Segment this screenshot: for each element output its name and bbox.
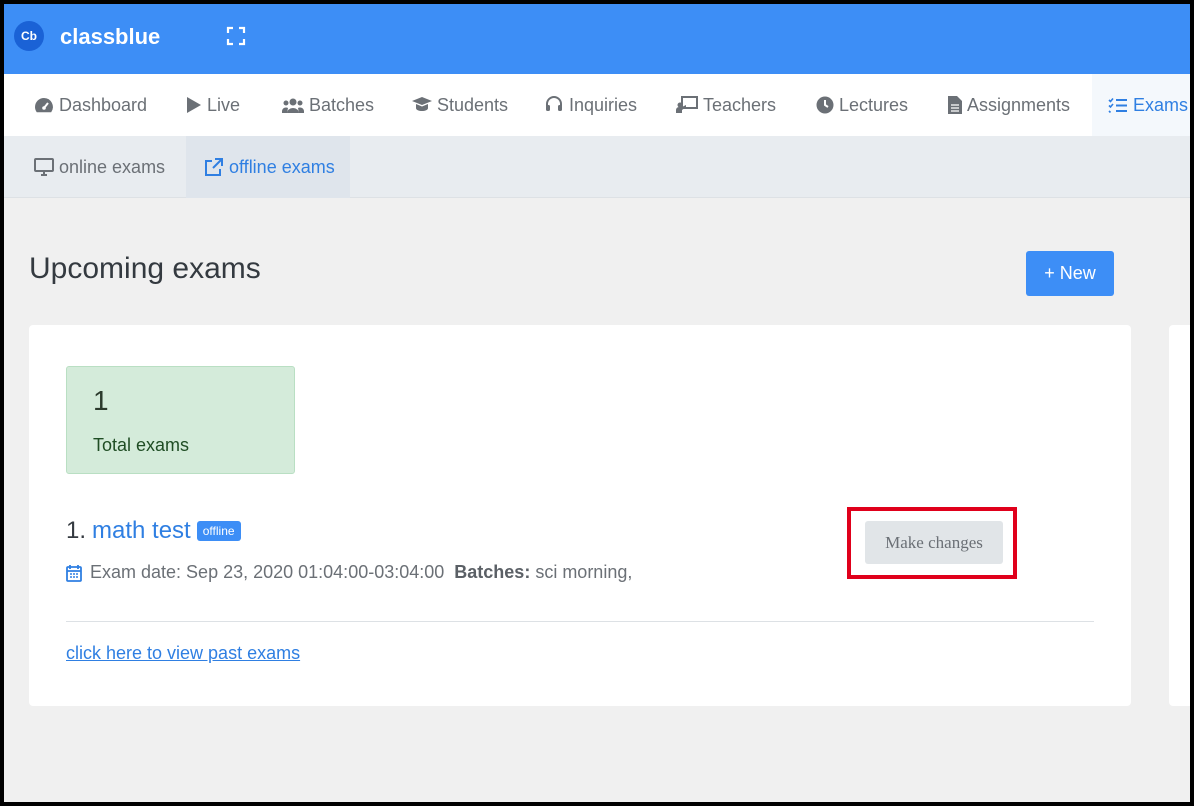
brand-name: classblue (60, 24, 161, 49)
sub-nav: online exams offline exams (4, 136, 1190, 198)
nav-item-live[interactable]: Live (186, 74, 240, 136)
exam-title-row: 1. math test offline (66, 517, 241, 545)
nav-item-lectures[interactable]: Lectures (816, 74, 908, 136)
nav-label: Students (437, 94, 509, 115)
graduation-cap-icon (412, 97, 432, 111)
nav-label: Inquiries (569, 94, 638, 115)
exam-meta-row: Exam date: Sep 23, 2020 01:04:00-03:04:0… (66, 562, 632, 583)
batches-label: Batches: (454, 562, 531, 582)
page-title: Upcoming exams (29, 252, 261, 285)
tab-offline-exams[interactable]: offline exams (186, 136, 350, 198)
stat-label: Total exams (93, 435, 190, 455)
tab-label: online exams (59, 156, 166, 177)
nav-label: Dashboard (59, 94, 148, 115)
gauge-icon (35, 98, 53, 113)
logo-badge: Cb (14, 21, 44, 51)
clock-icon (816, 96, 834, 114)
stat-count: 1 (93, 385, 109, 416)
tab-online-exams[interactable]: online exams (34, 136, 165, 198)
nav-label: Exams (1133, 94, 1189, 115)
top-bar: Cb classblue (4, 4, 1190, 74)
make-changes-button[interactable]: Make changes (865, 521, 1003, 564)
nav-label: Assignments (967, 94, 1071, 115)
main-nav: Dashboard Live Batches Students Inquirie… (4, 74, 1190, 136)
file-icon (948, 96, 962, 114)
fullscreen-icon[interactable] (226, 26, 246, 46)
app-window: Cb classblue Dashboard Live Batches Stud… (4, 4, 1190, 802)
nav-label: Lectures (839, 94, 909, 115)
exam-type-badge: offline (196, 521, 241, 541)
tasks-icon (1108, 97, 1127, 113)
side-card (1169, 325, 1190, 706)
nav-item-students[interactable]: Students (412, 74, 508, 136)
nav-item-batches[interactable]: Batches (282, 74, 374, 136)
exam-name-link[interactable]: math test (92, 517, 191, 545)
desktop-icon (34, 158, 54, 176)
nav-item-dashboard[interactable]: Dashboard (34, 74, 147, 136)
play-icon (187, 97, 201, 113)
new-exam-button[interactable]: + New (1026, 251, 1114, 296)
external-link-icon (205, 158, 223, 176)
nav-item-inquiries[interactable]: Inquiries (544, 74, 637, 136)
exam-date: Exam date: Sep 23, 2020 01:04:00-03:04:0… (90, 562, 445, 582)
tab-label: offline exams (229, 156, 335, 177)
nav-label: Live (207, 94, 241, 115)
highlight-box: Make changes (847, 507, 1017, 579)
divider (66, 621, 1094, 622)
nav-item-assignments[interactable]: Assignments (948, 74, 1070, 136)
users-icon (282, 98, 304, 113)
calendar-icon (66, 564, 82, 582)
nav-item-exams[interactable]: Exams (1092, 74, 1190, 136)
nav-label: Teachers (703, 94, 777, 115)
exams-card: 1 Total exams 1. math test offline Exam … (29, 325, 1131, 706)
chalkboard-teacher-icon (676, 96, 698, 113)
nav-item-teachers[interactable]: Teachers (676, 74, 776, 136)
headset-icon (546, 96, 562, 111)
view-past-exams-link[interactable]: click here to view past exams (66, 643, 300, 664)
total-exams-stat: 1 Total exams (66, 366, 295, 474)
exam-index: 1. (66, 517, 87, 544)
batches-value: sci morning, (535, 562, 633, 582)
nav-label: Batches (309, 94, 375, 115)
